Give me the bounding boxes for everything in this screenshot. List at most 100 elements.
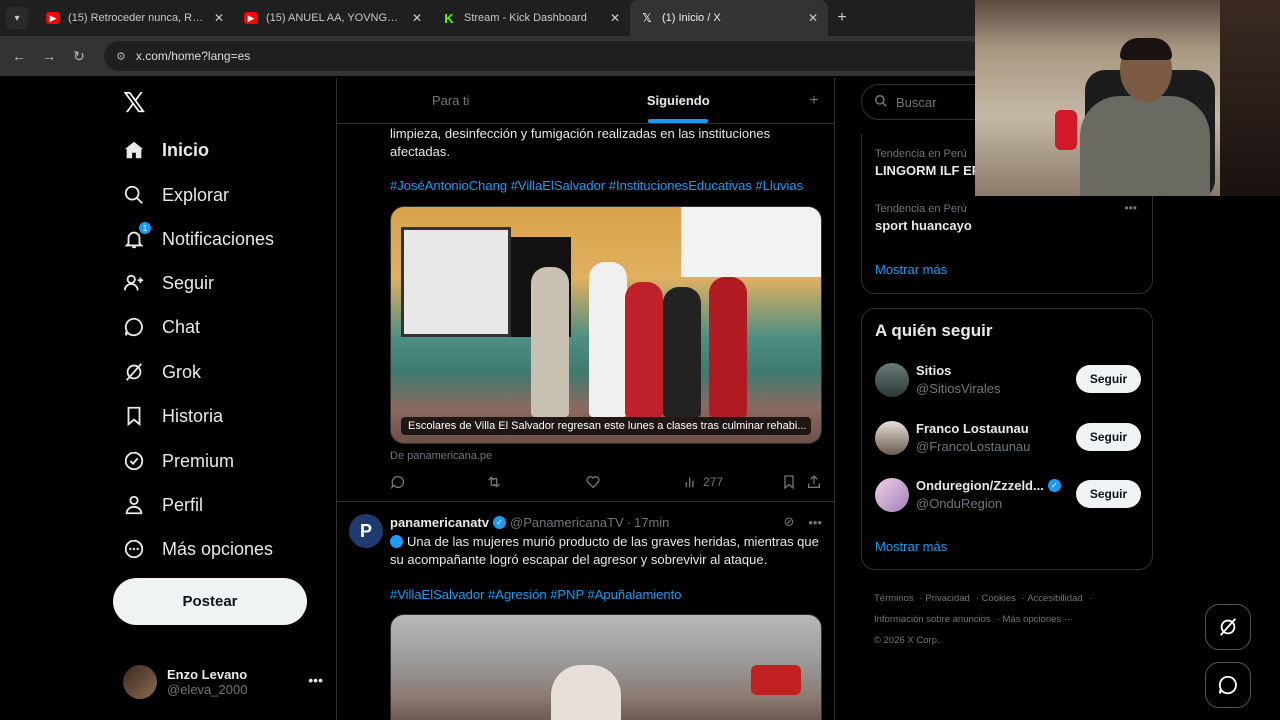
tweet-hashtags[interactable]: #VillaElSalvador #Agresión #PNP #Apuñala… <box>390 587 830 602</box>
youtube-icon: ▶ <box>46 12 60 24</box>
tweet-actions: 277 <box>390 474 822 494</box>
tab-following[interactable]: Siguiendo <box>565 78 793 123</box>
suggestion-name: Sitios <box>916 363 952 378</box>
nav-bookmarks[interactable]: Historia <box>123 396 223 436</box>
follow-button[interactable]: Seguir <box>1076 423 1141 451</box>
tweet-time[interactable]: 17min <box>634 515 669 530</box>
follow-button[interactable]: Seguir <box>1076 365 1141 393</box>
nav-follow[interactable]: Seguir <box>123 263 214 303</box>
new-tab-button[interactable]: + <box>828 9 856 27</box>
webcam-person-hair <box>1120 38 1172 60</box>
photo-person <box>625 282 663 417</box>
nav-label: Perfil <box>162 494 204 515</box>
nav-grok[interactable]: Grok <box>123 352 201 392</box>
back-button[interactable]: ← <box>4 48 34 64</box>
tab-for-you[interactable]: Para ti <box>337 78 565 123</box>
grok-icon[interactable]: ⊘ <box>783 514 794 530</box>
verified-badge-icon: ✓ <box>493 515 506 529</box>
video-person <box>551 665 621 720</box>
avatar[interactable]: P <box>349 514 383 548</box>
tweet-hashtags[interactable]: #JoséAntonioChang #VillaElSalvador #Inst… <box>390 178 830 193</box>
blue-circle-emoji-icon <box>390 535 403 548</box>
nav-more-options[interactable]: Más opciones <box>123 529 273 569</box>
retweet-icon[interactable] <box>486 474 502 490</box>
grok-icon <box>1219 618 1237 636</box>
avatar <box>875 363 909 397</box>
nav-label: Inicio <box>162 139 210 160</box>
views-icon <box>685 477 694 488</box>
nav-label: Premium <box>162 450 235 471</box>
author-handle[interactable]: @PanamericanaTV <box>510 515 624 530</box>
browser-tab-active[interactable]: 𝕏 (1) Inicio / X ✕ <box>630 0 828 36</box>
suggestion-handle: @OnduRegion <box>916 496 1003 511</box>
footer-link[interactable]: Más opciones ··· <box>1003 614 1074 625</box>
footer-link[interactable]: Información sobre anuncios <box>874 614 991 625</box>
person-icon <box>123 494 145 516</box>
close-icon[interactable]: ✕ <box>214 11 224 25</box>
browser-tab[interactable]: ▶ (15) ANUEL AA, YOVNGCHIMI - ✕ <box>234 0 432 36</box>
nav-explore[interactable]: Explorar <box>123 175 229 215</box>
trends-show-more-link[interactable]: Mostrar más <box>875 262 947 277</box>
more-dots-icon[interactable]: ••• <box>808 515 822 530</box>
chat-floating-button[interactable] <box>1205 662 1251 708</box>
address-bar[interactable]: ⚙ x.com/home?lang=es <box>104 41 984 71</box>
add-tab-button[interactable]: + <box>792 78 834 123</box>
follow-suggestion[interactable]: Sitios @SitiosVirales Seguir <box>875 361 1141 401</box>
tweet-text: limpieza, desinfección y fumigación real… <box>390 126 771 159</box>
profile-name: Enzo Levano <box>167 667 248 682</box>
nav-notifications[interactable]: 1 Notificaciones <box>123 219 274 259</box>
webcam-person-body <box>1080 96 1210 196</box>
footer-link[interactable]: Cookies <box>982 593 1016 604</box>
link-source[interactable]: De panamericana.pe <box>390 450 492 462</box>
close-icon[interactable]: ✕ <box>808 11 818 25</box>
reload-button[interactable]: ↻ <box>64 48 94 65</box>
more-circle-icon <box>123 538 145 560</box>
tweet-divider <box>337 501 834 502</box>
browser-tab[interactable]: K Stream - Kick Dashboard ✕ <box>432 0 630 36</box>
profile-handle: @eleva_2000 <box>167 682 248 697</box>
trend-item[interactable]: Tendencia en Perú sport huancayo ••• <box>875 201 1145 233</box>
views-count: 277 <box>703 475 724 489</box>
photo-person <box>709 277 747 417</box>
avatar <box>875 478 909 512</box>
follow-button[interactable]: Seguir <box>1076 480 1141 508</box>
nav-profile[interactable]: Perfil <box>123 485 203 525</box>
close-icon[interactable]: ✕ <box>412 11 422 25</box>
footer-link[interactable]: Privacidad <box>925 593 969 604</box>
photo-person <box>589 262 627 417</box>
footer-link[interactable]: Términos <box>874 593 914 604</box>
photo-whiteboard <box>401 227 511 337</box>
reply-icon[interactable] <box>390 474 406 490</box>
more-dots-icon[interactable]: ••• <box>308 672 323 688</box>
site-info-icon[interactable]: ⚙ <box>116 50 126 63</box>
bookmark-icon <box>123 405 145 427</box>
webcam-overlay <box>975 0 1280 196</box>
browser-tab[interactable]: ▶ (15) Retroceder nunca, Rendirse ✕ <box>36 0 234 36</box>
views-stat[interactable]: 277 <box>683 474 723 490</box>
account-switcher[interactable]: Enzo Levano @eleva_2000 ••• <box>123 660 323 704</box>
nav-home[interactable]: Inicio <box>123 130 209 170</box>
left-navigation: 𝕏 Inicio Explorar 1 Notificaciones Segui… <box>113 78 335 720</box>
tweet-video-thumbnail[interactable] <box>390 614 822 720</box>
tweet-link-card-image[interactable]: Escolares de Villa El Salvador regresan … <box>390 206 822 444</box>
share-icon[interactable] <box>806 474 822 490</box>
forward-button[interactable]: → <box>34 48 64 64</box>
webcam-shelf <box>1220 0 1280 196</box>
more-dots-icon[interactable]: ••• <box>1124 201 1137 215</box>
nav-premium[interactable]: Premium <box>123 441 234 481</box>
tab-search-menu-button[interactable]: ▾ <box>6 7 28 29</box>
footer-link[interactable]: Accesibilidad <box>1027 593 1082 604</box>
nav-chat[interactable]: Chat <box>123 307 200 347</box>
like-icon[interactable] <box>585 474 601 490</box>
follow-suggestion[interactable]: Onduregion/Zzzeld... ✓ @OnduRegion Seguir <box>875 476 1141 516</box>
author-name[interactable]: panamericanatv <box>390 515 489 530</box>
grok-floating-button[interactable] <box>1205 604 1251 650</box>
follow-show-more-link[interactable]: Mostrar más <box>875 539 947 554</box>
nav-label: Más opciones <box>162 538 274 559</box>
post-button[interactable]: Postear <box>113 578 307 625</box>
bookmark-icon[interactable] <box>781 474 797 490</box>
follow-suggestion[interactable]: Franco Lostaunau @FrancoLostaunau Seguir <box>875 419 1141 459</box>
close-icon[interactable]: ✕ <box>610 11 620 25</box>
nav-label: Chat <box>162 316 201 337</box>
x-logo-icon[interactable]: 𝕏 <box>123 86 146 119</box>
